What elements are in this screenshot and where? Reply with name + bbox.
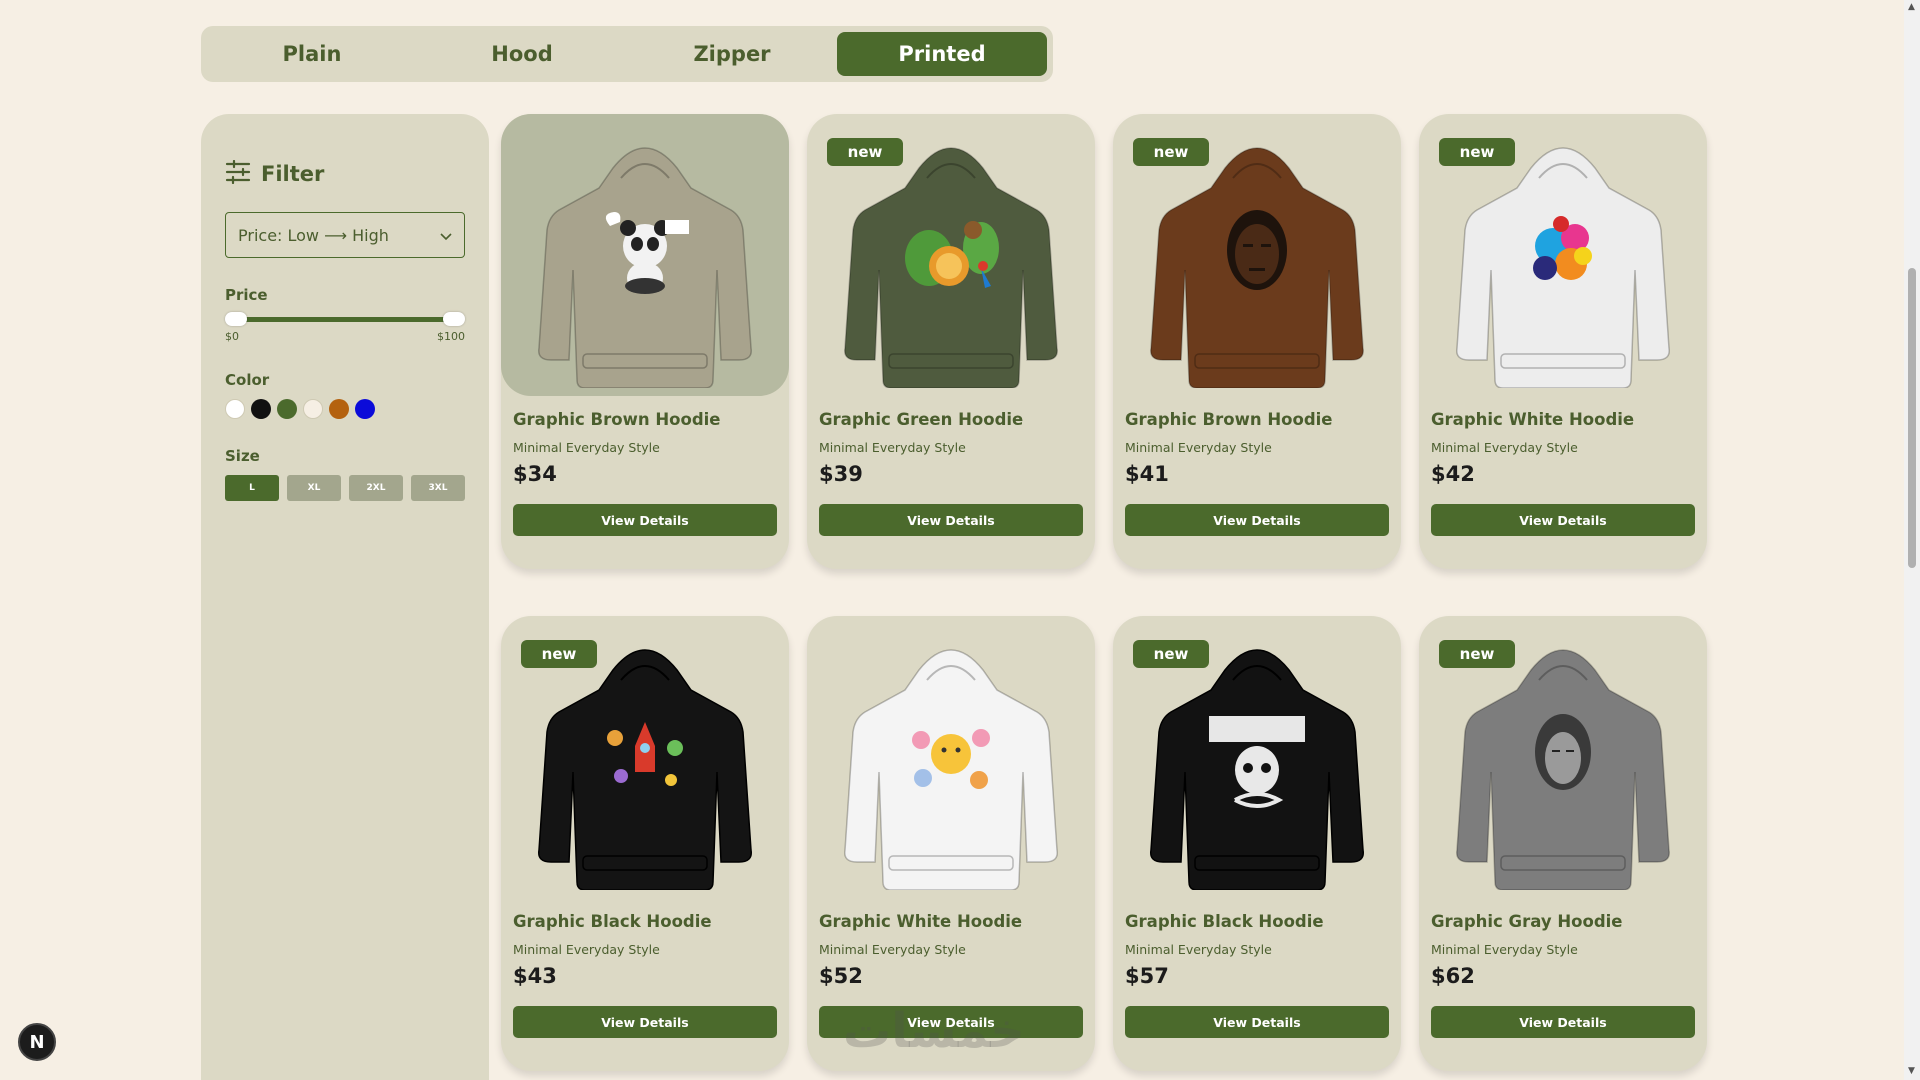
filter-title: Filter [261,162,325,186]
tab-hood[interactable]: Hood [417,32,627,76]
color-label: Color [225,371,270,389]
product-card[interactable]: new Graphic Gray Hoodie Minimal Everyday S… [1419,616,1707,1071]
view-details-button[interactable]: View Details [513,504,777,536]
price-min-label: $0 [225,330,239,343]
product-card[interactable]: new Graphic White Hoodie Minimal Everyday … [1419,114,1707,569]
tab-zipper[interactable]: Zipper [627,32,837,76]
scrollbar[interactable]: ▲ ▼ [1904,0,1920,1080]
tab-plain[interactable]: Plain [207,32,417,76]
category-tabs: Plain Hood Zipper Printed [201,26,1053,82]
color-swatch[interactable] [329,399,349,419]
product-title: Graphic White Hoodie [1431,410,1635,429]
watermark: خمسات [843,1003,1025,1059]
color-swatch[interactable] [303,399,323,419]
new-badge: new [827,138,903,166]
price-slider[interactable] [225,312,465,326]
new-badge: new [1133,640,1209,668]
product-title: Graphic White Hoodie [819,912,1023,931]
new-badge: new [521,640,597,668]
view-details-button[interactable]: View Details [513,1006,777,1038]
hoodie-image [1453,128,1673,392]
price-range-labels: $0 $100 [225,330,465,343]
hoodie-image [1147,630,1367,894]
product-subtitle: Minimal Everyday Style [1431,440,1578,455]
size-options: L XL 2XL 3XL [225,475,465,501]
sort-select-value: Price: Low ⟶ High [238,225,389,245]
product-card[interactable]: new Graphic Black Hoodie Minimal Everyday … [1113,616,1401,1071]
sliders-icon [225,159,251,188]
size-option[interactable]: 3XL [411,475,465,501]
product-price: $34 [513,462,557,486]
new-badge: new [1439,138,1515,166]
color-swatch[interactable] [225,399,245,419]
hoodie-image [841,630,1061,894]
product-title: Graphic Green Hoodie [819,410,1024,429]
product-price: $39 [819,462,863,486]
hoodie-image [1453,630,1673,894]
new-badge: new [1439,640,1515,668]
product-title: Graphic Black Hoodie [1125,912,1324,931]
product-subtitle: Minimal Everyday Style [819,942,966,957]
product-subtitle: Minimal Everyday Style [513,440,660,455]
scroll-up-arrow-icon[interactable]: ▲ [1908,2,1916,12]
view-details-button[interactable]: View Details [1431,504,1695,536]
product-title: Graphic Brown Hoodie [513,410,721,429]
new-badge: new [1133,138,1209,166]
product-subtitle: Minimal Everyday Style [1125,942,1272,957]
product-card[interactable]: Graphic Brown Hoodie Minimal Everyday Sty… [501,114,789,569]
product-image[interactable] [807,616,1095,898]
hoodie-image [1147,128,1367,392]
size-label: Size [225,447,260,465]
product-subtitle: Minimal Everyday Style [1125,440,1272,455]
view-details-button[interactable]: View Details [1125,504,1389,536]
product-price: $57 [1125,964,1169,988]
color-swatches [225,399,465,419]
product-title: Graphic Gray Hoodie [1431,912,1623,931]
sort-select[interactable]: Price: Low ⟶ High [225,212,465,258]
size-option[interactable]: 2XL [349,475,403,501]
product-image[interactable] [501,114,789,396]
product-price: $41 [1125,462,1169,486]
view-details-button[interactable]: View Details [1431,1006,1695,1038]
product-card[interactable]: new Graphic Green Hoodie Minimal Everyday … [807,114,1095,569]
scroll-down-arrow-icon[interactable]: ▼ [1908,1066,1916,1076]
price-slider-max-handle[interactable] [443,312,465,326]
product-price: $52 [819,964,863,988]
price-label: Price [225,286,268,304]
product-subtitle: Minimal Everyday Style [513,942,660,957]
dev-tools-badge[interactable]: N [18,1023,56,1061]
product-title: Graphic Brown Hoodie [1125,410,1333,429]
color-swatch[interactable] [355,399,375,419]
price-slider-track [233,317,457,322]
price-max-label: $100 [437,330,465,343]
product-subtitle: Minimal Everyday Style [819,440,966,455]
filter-header: Filter [225,159,465,188]
hoodie-image [535,128,755,392]
size-option[interactable]: XL [287,475,341,501]
size-option[interactable]: L [225,475,279,501]
product-price: $62 [1431,964,1475,988]
view-details-button[interactable]: View Details [1125,1006,1389,1038]
chevron-down-icon [440,226,452,245]
product-card[interactable]: new Graphic Black Hoodie Minimal Everyday … [501,616,789,1071]
product-card[interactable]: new Graphic Brown Hoodie Minimal Everyday … [1113,114,1401,569]
scrollbar-thumb[interactable] [1908,268,1916,568]
hoodie-image [841,128,1061,392]
product-price: $42 [1431,462,1475,486]
product-price: $43 [513,964,557,988]
tab-printed[interactable]: Printed [837,32,1047,76]
product-title: Graphic Black Hoodie [513,912,712,931]
hoodie-image [535,630,755,894]
filter-sidebar: Filter Price: Low ⟶ High Price $0 $100 C… [201,114,489,1080]
product-subtitle: Minimal Everyday Style [1431,942,1578,957]
color-swatch[interactable] [251,399,271,419]
view-details-button[interactable]: View Details [819,504,1083,536]
price-slider-min-handle[interactable] [225,312,247,326]
color-swatch[interactable] [277,399,297,419]
